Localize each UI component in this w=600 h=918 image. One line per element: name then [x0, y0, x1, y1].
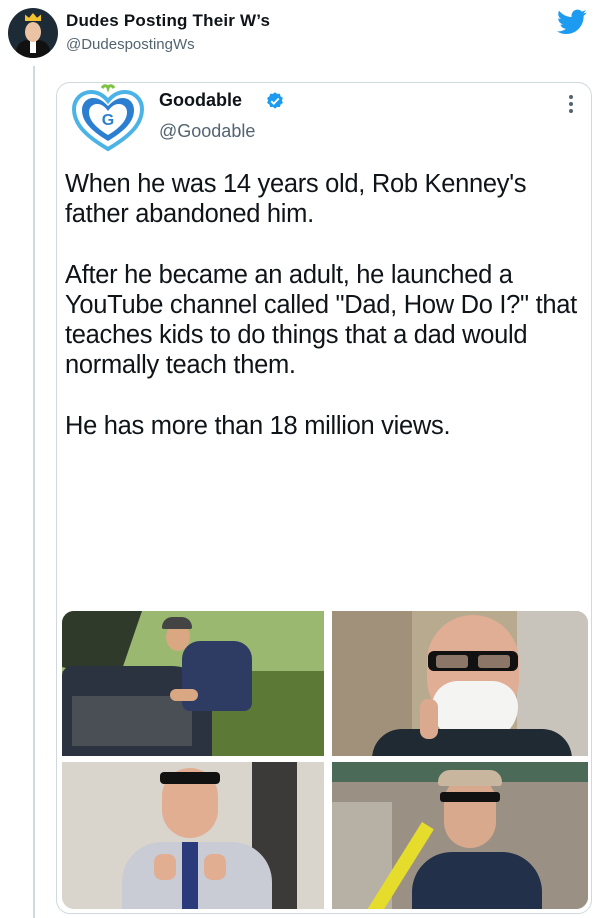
- verified-badge-icon: [267, 92, 283, 109]
- man-fixing-car-photo[interactable]: [62, 611, 324, 756]
- author-handle[interactable]: @DudespostingWs: [66, 36, 195, 53]
- tweet-paragraph: After he became an adult, he launched a …: [65, 261, 577, 379]
- quoted-author-handle[interactable]: @Goodable: [159, 121, 255, 142]
- tweet-text: When he was 14 years old, Rob Kenney's f…: [65, 169, 585, 441]
- thread-line: [33, 66, 35, 918]
- more-options-icon[interactable]: [565, 95, 577, 121]
- crown-icon: [25, 13, 41, 21]
- author-name[interactable]: Dudes Posting Their W’s: [66, 11, 270, 31]
- quoted-author-name[interactable]: Goodable: [159, 90, 242, 111]
- twitter-bird-icon: [557, 9, 587, 34]
- goodable-logo-avatar[interactable]: G: [64, 83, 152, 155]
- avatar-letter: G: [102, 112, 114, 129]
- tweet-paragraph: When he was 14 years old, Rob Kenney's f…: [65, 170, 527, 228]
- author-avatar[interactable]: [8, 8, 58, 58]
- man-tying-tie-photo[interactable]: [62, 762, 324, 909]
- man-with-level-tool-photo[interactable]: [332, 762, 588, 909]
- quoted-tweet-card[interactable]: G Goodable @Goodable When he was 14 year…: [56, 82, 592, 914]
- photo-grid: [62, 611, 588, 909]
- man-shaving-photo[interactable]: [332, 611, 588, 756]
- tweet-paragraph: He has more than 18 million views.: [65, 412, 451, 440]
